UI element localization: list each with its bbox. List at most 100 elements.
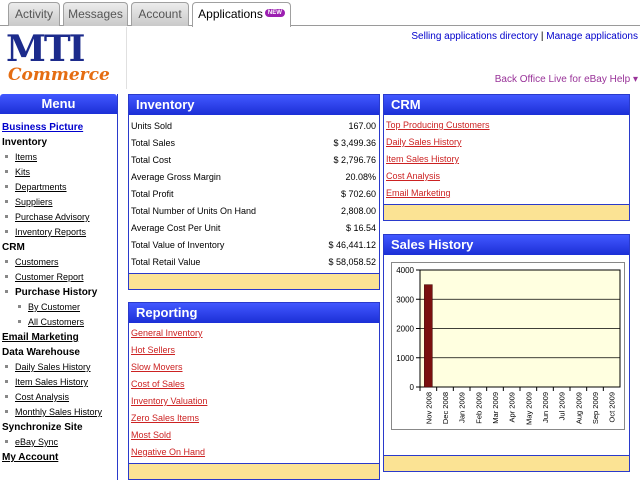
x-tick-label: May 2009 — [524, 392, 533, 425]
link-separator: | — [540, 31, 544, 42]
crm-daily-sales-history-link[interactable]: Daily Sales History — [384, 134, 629, 151]
tab-messages[interactable]: Messages — [63, 2, 128, 26]
menu-item-purchase-history[interactable]: Purchase History — [2, 285, 117, 300]
menu-data-warehouse-heading: Data Warehouse — [2, 347, 80, 358]
row-label: Total Sales — [131, 138, 176, 148]
menu-item-label: Items — [15, 152, 38, 162]
menu-item-inventory-reports[interactable]: Inventory Reports — [2, 225, 117, 240]
menu-item-items[interactable]: Items — [2, 150, 117, 165]
report-zero-sales-items-link[interactable]: Zero Sales Items — [129, 410, 379, 427]
x-tick-label: Jan 2009 — [458, 392, 467, 423]
crm-footer — [384, 204, 629, 220]
menu-item-departments[interactable]: Departments — [2, 180, 117, 195]
menu-item-customer-report[interactable]: Customer Report — [2, 270, 117, 285]
report-general-inventory-link[interactable]: General Inventory — [129, 325, 379, 342]
report-cost-of-sales-link[interactable]: Cost of Sales — [129, 376, 379, 393]
crm-email-marketing-link[interactable]: Email Marketing — [384, 185, 629, 202]
y-tick-label: 0 — [410, 383, 415, 392]
inventory-row: Total Cost $ 2,796.76 — [129, 152, 379, 169]
menu-item-suppliers[interactable]: Suppliers — [2, 195, 117, 210]
row-value: $ 16.54 — [345, 223, 376, 233]
top-links: Selling applications directory | Manage … — [411, 31, 638, 42]
crm-item-sales-history-link[interactable]: Item Sales History — [384, 151, 629, 168]
menu-item-label: eBay Sync — [15, 437, 59, 447]
y-tick-label: 4000 — [396, 266, 414, 275]
menu-synchronize-site-heading: Synchronize Site — [2, 422, 83, 433]
report-slow-movers-link[interactable]: Slow Movers — [129, 359, 379, 376]
menu-inventory-heading: Inventory — [2, 137, 48, 148]
row-label: Total Profit — [131, 189, 174, 199]
inventory-row: Average Gross Margin 20.08% — [129, 169, 379, 186]
bar — [424, 284, 433, 388]
menu-item-label: Customers — [15, 257, 59, 267]
manage-applications-link[interactable]: Manage applications — [546, 31, 638, 42]
menu-business-picture[interactable]: Business Picture — [2, 120, 117, 135]
menu-item-purchase-advisory[interactable]: Purchase Advisory — [2, 210, 117, 225]
x-tick-label: Dec 2008 — [441, 392, 450, 424]
tab-applications[interactable]: Applications NEW — [192, 2, 291, 27]
row-label: Average Cost Per Unit — [131, 223, 221, 233]
new-badge: NEW — [264, 9, 285, 17]
report-negative-on-hand-link[interactable]: Negative On Hand — [129, 444, 379, 461]
x-tick-label: Feb 2009 — [474, 392, 483, 424]
menu-item-by-customer[interactable]: By Customer — [2, 300, 117, 315]
inventory-row: Average Cost Per Unit $ 16.54 — [129, 220, 379, 237]
row-value: $ 3,499.36 — [333, 138, 376, 148]
menu-my-account[interactable]: My Account — [2, 450, 117, 465]
report-most-sold-link[interactable]: Most Sold — [129, 427, 379, 444]
menu-item-label: Departments — [15, 182, 67, 192]
menu-item-customers[interactable]: Customers — [2, 255, 117, 270]
row-label: Units Sold — [131, 121, 173, 131]
x-tick-label: Oct 2009 — [608, 392, 617, 422]
crm-cost-analysis-link[interactable]: Cost Analysis — [384, 168, 629, 185]
row-label: Total Number of Units On Hand — [131, 206, 257, 216]
tab-account[interactable]: Account — [131, 2, 189, 26]
sales-history-panel: Sales History 0 1000 2000 3000 4000 Nov 2008 D… — [383, 234, 630, 472]
inventory-row: Total Number of Units On Hand 2,808.00 — [129, 203, 379, 220]
inventory-row: Total Profit $ 702.60 — [129, 186, 379, 203]
menu-item-label: By Customer — [28, 302, 81, 312]
menu-item-all-customers[interactable]: All Customers — [2, 315, 117, 330]
menu-item-label: All Customers — [28, 317, 85, 327]
menu-item-monthly-sales-history[interactable]: Monthly Sales History — [2, 405, 117, 420]
row-label: Total Retail Value — [131, 257, 201, 267]
menu-item-label: Daily Sales History — [15, 362, 91, 372]
reporting-panel: Reporting General Inventory Hot Sellers … — [128, 302, 380, 480]
menu-item-cost-analysis[interactable]: Cost Analysis — [2, 390, 117, 405]
menu-item-daily-sales-history[interactable]: Daily Sales History — [2, 360, 117, 375]
menu-item-kits[interactable]: Kits — [2, 165, 117, 180]
header-divider — [126, 27, 127, 89]
mti-commerce-logo: MTI Commerce — [6, 31, 110, 84]
row-value: 167.00 — [348, 121, 376, 131]
row-value: $ 58,058.52 — [328, 257, 376, 267]
inventory-row: Units Sold 167.00 — [129, 118, 379, 135]
help-dropdown[interactable]: Back Office Live for eBay Help ▾ — [495, 74, 638, 85]
report-inventory-valuation-link[interactable]: Inventory Valuation — [129, 393, 379, 410]
crm-top-producing-customers-link[interactable]: Top Producing Customers — [384, 117, 629, 134]
tab-bar: Activity Messages Account Applications NE… — [0, 0, 640, 27]
menu-item-item-sales-history[interactable]: Item Sales History — [2, 375, 117, 390]
menu-item-label: Cost Analysis — [15, 392, 70, 402]
menu-crm-heading: CRM — [2, 242, 25, 253]
selling-applications-link[interactable]: Selling applications directory — [411, 31, 538, 42]
x-tick-label: Nov 2008 — [424, 392, 433, 424]
inventory-row: Total Retail Value $ 58,058.52 — [129, 254, 379, 271]
row-value: 2,808.00 — [340, 206, 376, 216]
side-menu: Menu Business Picture Inventory Items Ki… — [0, 94, 118, 480]
report-hot-sellers-link[interactable]: Hot Sellers — [129, 342, 379, 359]
x-tick-label: Apr 2009 — [508, 392, 517, 422]
menu-item-label: Item Sales History — [15, 377, 89, 387]
row-value: 20.08% — [345, 172, 376, 182]
tab-activity[interactable]: Activity — [8, 2, 60, 26]
reporting-title: Reporting — [129, 303, 379, 323]
inventory-footer — [129, 273, 379, 289]
y-tick-label: 2000 — [396, 325, 414, 334]
menu-title: Menu — [0, 94, 117, 114]
menu-item-label: Suppliers — [15, 197, 53, 207]
menu-item-ebay-sync[interactable]: eBay Sync — [2, 435, 117, 450]
inventory-panel: Inventory Units Sold 167.00 Total Sales $ … — [128, 94, 380, 290]
tab-applications-label: Applications — [198, 7, 263, 21]
crm-title: CRM — [384, 95, 629, 115]
menu-email-marketing[interactable]: Email Marketing — [2, 330, 117, 345]
sales-history-chart: 0 1000 2000 3000 4000 Nov 2008 Dec 2008 Jan 200… — [391, 262, 625, 430]
